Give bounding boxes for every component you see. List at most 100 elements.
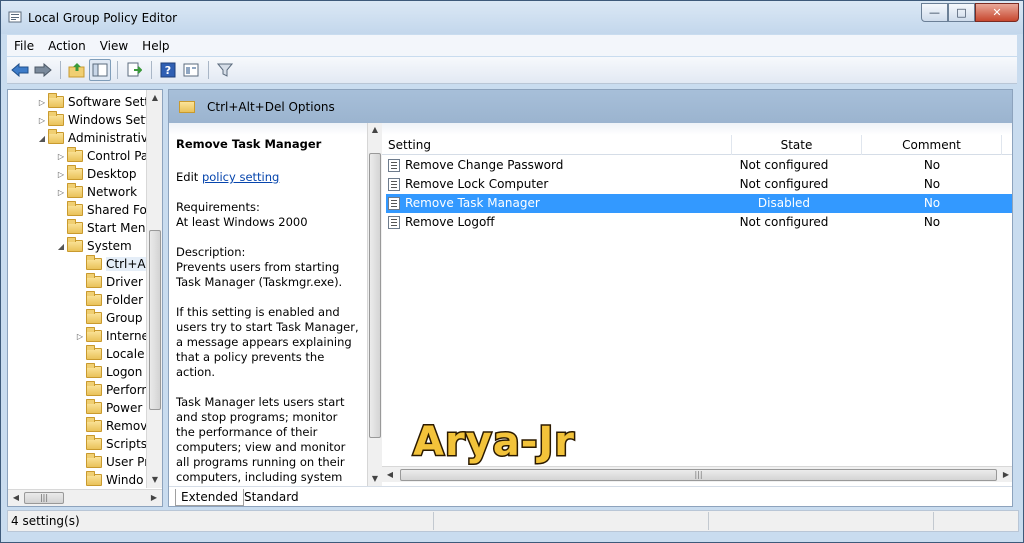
scroll-down-icon[interactable]: ▼ xyxy=(368,472,382,486)
export-list-icon[interactable] xyxy=(123,59,145,81)
expand-arrow-icon[interactable]: ▷ xyxy=(55,170,67,179)
tree-item-shared-folders[interactable]: Shared Fol xyxy=(55,201,150,219)
column-header-state[interactable]: State xyxy=(732,135,862,155)
tree-vertical-scrollbar[interactable]: ▲ ▼ xyxy=(146,90,162,488)
policy-title: Remove Task Manager xyxy=(176,137,322,151)
folder-icon xyxy=(179,100,195,113)
tree-item-network[interactable]: ▷ Network xyxy=(55,183,137,201)
expand-arrow-icon[interactable]: ▷ xyxy=(36,116,48,125)
expand-arrow-icon[interactable]: ▷ xyxy=(74,332,86,341)
scroll-right-icon[interactable]: ▶ xyxy=(998,467,1012,483)
scroll-left-icon[interactable]: ◀ xyxy=(8,490,24,506)
list-header: Setting State Comment xyxy=(382,135,1012,155)
up-folder-icon[interactable] xyxy=(66,59,88,81)
folder-icon xyxy=(67,219,83,234)
folder-icon xyxy=(86,381,102,396)
title-bar[interactable]: Local Group Policy Editor — □ ✕ xyxy=(1,1,1023,34)
tree-item-locale-services[interactable]: Locale xyxy=(74,345,144,363)
tree-item-removable-storage[interactable]: Remov xyxy=(74,417,147,435)
description-paragraph: If this setting is enabled and users try… xyxy=(176,305,359,379)
tree-item-windows-settings[interactable]: ▷ Windows Sett xyxy=(36,111,150,129)
collapse-arrow-icon[interactable]: ◢ xyxy=(55,242,67,251)
toolbar-separator xyxy=(151,61,152,79)
scroll-down-icon[interactable]: ▼ xyxy=(147,472,162,488)
expand-arrow-icon[interactable]: ▷ xyxy=(55,188,67,197)
toolbar: ? xyxy=(7,57,1017,84)
column-header-setting[interactable]: Setting xyxy=(382,135,732,155)
expand-arrow-icon[interactable]: ▷ xyxy=(55,152,67,161)
back-icon[interactable] xyxy=(9,59,31,81)
tab-standard[interactable]: Standard xyxy=(239,489,304,506)
menu-file[interactable]: File xyxy=(7,39,41,53)
tree-item-desktop[interactable]: ▷ Desktop xyxy=(55,165,137,183)
table-row[interactable]: Remove Lock Computer Not configured No xyxy=(386,175,1012,194)
description-scrollbar[interactable]: ▲ ▼ xyxy=(367,123,382,486)
view-tabs: Extended Standard xyxy=(169,486,1012,506)
folder-icon xyxy=(86,363,102,378)
navigation-tree: ▷ Software Setti ▷ Windows Sett ◢ Administr… xyxy=(7,89,163,507)
scroll-thumb[interactable]: ||| xyxy=(400,469,997,481)
properties-icon[interactable] xyxy=(180,59,202,81)
minimize-button[interactable]: — xyxy=(921,3,948,22)
tree-item-administrative-templates[interactable]: ◢ Administrativ xyxy=(36,129,148,147)
menu-view[interactable]: View xyxy=(93,39,135,53)
tree-item-folder-redirection[interactable]: Folder xyxy=(74,291,143,309)
folder-icon xyxy=(48,111,64,126)
scroll-thumb[interactable]: ||| xyxy=(24,492,64,504)
folder-icon xyxy=(86,417,102,432)
description-paragraph: Task Manager lets users start and stop p… xyxy=(176,395,346,486)
show-hide-tree-icon[interactable] xyxy=(89,59,111,81)
table-row[interactable]: Remove Logoff Not configured No xyxy=(386,213,1012,232)
filter-icon[interactable] xyxy=(214,59,236,81)
close-button[interactable]: ✕ xyxy=(975,3,1019,22)
help-icon[interactable]: ? xyxy=(157,59,179,81)
table-row-selected[interactable]: Remove Task Manager Disabled No xyxy=(386,194,1012,213)
tree-item-internet-communication[interactable]: ▷ Interne xyxy=(74,327,149,345)
table-row[interactable]: Remove Change Password Not configured No xyxy=(386,156,1012,175)
tree-item-windows-components[interactable]: Windo xyxy=(74,471,144,489)
scroll-up-icon[interactable]: ▲ xyxy=(147,90,162,106)
tree-item-performance[interactable]: Perforn xyxy=(74,381,149,399)
tree-item-logon[interactable]: Logon xyxy=(74,363,142,381)
scroll-up-icon[interactable]: ▲ xyxy=(368,123,382,137)
list-horizontal-scrollbar[interactable]: ◀ ||| ▶ xyxy=(382,466,1012,483)
tree-horizontal-scrollbar[interactable]: ◀ ||| ▶ xyxy=(8,489,162,506)
tree-item-system[interactable]: ◢ System xyxy=(55,237,132,255)
folder-icon xyxy=(67,183,83,198)
folder-icon xyxy=(67,147,83,162)
content-header: Ctrl+Alt+Del Options xyxy=(169,90,1012,123)
tree-item-power-management[interactable]: Power xyxy=(74,399,142,417)
forward-icon[interactable] xyxy=(32,59,54,81)
tree-item-software-settings[interactable]: ▷ Software Setti xyxy=(36,93,152,111)
tree-item-user-profiles[interactable]: User Pr xyxy=(74,453,149,471)
maximize-button[interactable]: □ xyxy=(948,3,975,22)
tree-item-ctrl-alt-del[interactable]: Ctrl+A xyxy=(74,255,146,273)
folder-icon xyxy=(86,453,102,468)
scroll-left-icon[interactable]: ◀ xyxy=(382,467,398,483)
policy-setting-link[interactable]: policy setting xyxy=(202,170,279,184)
folder-icon xyxy=(86,345,102,360)
window-title: Local Group Policy Editor xyxy=(28,11,178,25)
policy-setting-icon xyxy=(388,159,400,172)
tree-item-control-panel[interactable]: ▷ Control Pa xyxy=(55,147,148,165)
menu-action[interactable]: Action xyxy=(41,39,93,53)
menu-help[interactable]: Help xyxy=(135,39,176,53)
toolbar-separator xyxy=(208,61,209,79)
scroll-right-icon[interactable]: ▶ xyxy=(146,490,162,506)
folder-icon xyxy=(86,309,102,324)
tree-item-scripts[interactable]: Scripts xyxy=(74,435,147,453)
policy-setting-icon xyxy=(388,197,400,210)
column-header-comment[interactable]: Comment xyxy=(862,135,1002,155)
scroll-thumb[interactable] xyxy=(149,230,161,410)
expand-arrow-icon[interactable]: ▷ xyxy=(36,98,48,107)
tree-item-group-policy[interactable]: Group xyxy=(74,309,143,327)
tree-item-driver-installation[interactable]: Driver I xyxy=(74,273,150,291)
status-bar: 4 setting(s) xyxy=(7,510,1019,532)
tree-item-start-menu[interactable]: Start Menu xyxy=(55,219,153,237)
collapse-arrow-icon[interactable]: ◢ xyxy=(36,134,48,143)
app-window: Local Group Policy Editor — □ ✕ File Act… xyxy=(0,0,1024,543)
folder-icon xyxy=(86,471,102,486)
policy-setting-icon xyxy=(388,216,400,229)
scroll-thumb[interactable] xyxy=(369,153,381,438)
tab-extended[interactable]: Extended xyxy=(175,489,244,506)
